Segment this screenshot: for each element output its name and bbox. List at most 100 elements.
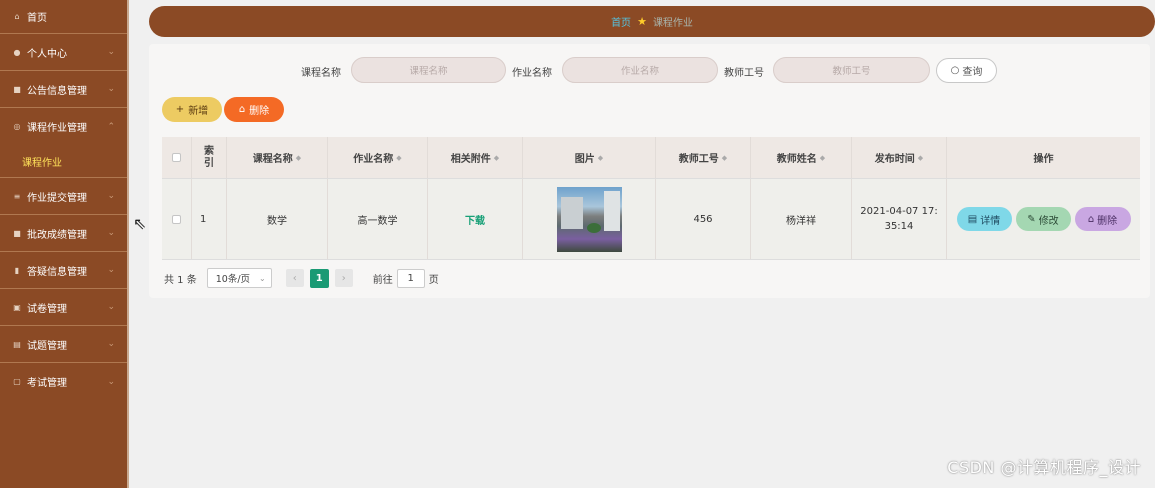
pagination: 共 1 条 10条/页 ⌄ ‹ 1 › 前往 1 页 xyxy=(164,268,439,288)
sidebar-subitem-course-homework[interactable]: 课程作业 xyxy=(0,145,127,178)
document-icon: ▤ xyxy=(967,213,978,225)
header-course-name[interactable]: 课程名称 ◆ xyxy=(227,137,328,178)
sort-icon: ◆ xyxy=(721,153,728,162)
page-number-current[interactable]: 1 xyxy=(309,268,329,288)
user-icon: ● xyxy=(13,47,21,57)
trash-icon: ⌂ xyxy=(238,104,246,115)
mouse-cursor-icon: ⇖ xyxy=(133,214,147,233)
homework-name-input[interactable]: 作业名称 xyxy=(562,57,718,83)
next-page-button[interactable]: › xyxy=(334,269,353,287)
breadcrumb-current: 课程作业 xyxy=(652,18,693,29)
chevron-down-icon: ⌄ xyxy=(107,47,115,57)
row-delete-button[interactable]: ⌂ 删除 xyxy=(1074,207,1131,231)
row-select-cell xyxy=(162,179,192,259)
header-homework-name[interactable]: 作业名称 ◆ xyxy=(328,137,428,178)
sidebar-item-qa-management[interactable]: ▮ 答疑信息管理 ⌄ xyxy=(0,252,127,289)
sidebar-item-homework-submission[interactable]: ≡ 作业提交管理 ⌄ xyxy=(0,178,127,215)
sidebar-item-label: 考试管理 xyxy=(27,378,67,389)
header-label: 课程名称 xyxy=(252,154,293,165)
sidebar-item-label: 批改成绩管理 xyxy=(27,229,87,241)
header-teacher-no[interactable]: 教师工号 ◆ xyxy=(656,137,751,178)
list-icon: ≡ xyxy=(13,191,21,201)
query-button[interactable]: ○ 查询 xyxy=(936,58,997,83)
plus-icon: + xyxy=(175,104,185,115)
notice-icon: ■ xyxy=(13,84,21,94)
chevron-down-icon: ⌄ xyxy=(259,273,266,283)
page-size-select[interactable]: 10条/页 ⌄ xyxy=(206,268,272,288)
chevron-down-icon: ⌄ xyxy=(107,302,115,312)
sidebar-item-course-homework-management[interactable]: ◎ 课程作业管理 ⌃ xyxy=(0,108,127,145)
sidebar-item-label: 课程作业管理 xyxy=(27,123,87,134)
sidebar-item-label: 作业提交管理 xyxy=(27,192,87,204)
sidebar: ⌂ 首页 ● 个人中心 ⌄ ■ 公告信息管理 ⌄ ◎ 课程作业管理 ⌃ 课程作业… xyxy=(0,0,129,488)
course-icon: ◎ xyxy=(13,122,21,131)
header-label: 作业名称 xyxy=(353,154,394,165)
sort-icon: ◆ xyxy=(597,153,604,162)
delete-button-label: 删除 xyxy=(249,106,270,117)
teacher-no-label: 教师工号 xyxy=(724,68,764,79)
query-button-label: 查询 xyxy=(962,67,983,78)
teacher-no-input[interactable]: 教师工号 xyxy=(773,57,930,83)
course-name-input[interactable]: 课程名称 xyxy=(351,57,506,83)
grade-icon: ■ xyxy=(13,228,21,238)
sidebar-item-paper-management[interactable]: ▣ 试卷管理 ⌄ xyxy=(0,289,127,326)
pencil-icon: ✎ xyxy=(1027,213,1036,225)
header-index: 索引 xyxy=(192,137,227,178)
sidebar-item-label: 试卷管理 xyxy=(27,303,67,315)
course-name-label: 课程名称 xyxy=(301,68,341,79)
cell-course-name: 数学 xyxy=(227,179,328,259)
delete-button[interactable]: ⌂ 删除 xyxy=(224,97,284,122)
select-all-checkbox[interactable] xyxy=(172,153,181,162)
trash-icon: ⌂ xyxy=(1087,213,1095,225)
header-operations: 操作 xyxy=(1033,154,1054,165)
header-attachment[interactable]: 相关附件 ◆ xyxy=(428,137,523,178)
header-label: 图片 xyxy=(574,154,595,165)
cell-homework-name: 高一数学 xyxy=(328,179,428,259)
sidebar-item-grade-management[interactable]: ■ 批改成绩管理 ⌄ xyxy=(0,215,127,252)
sort-icon: ◆ xyxy=(917,153,924,162)
sidebar-item-label: 个人中心 xyxy=(27,48,67,60)
main-panel: 课程名称 课程名称 作业名称 作业名称 教师工号 教师工号 ○ 查询 + 新增 … xyxy=(149,44,1150,298)
page-size-value: 10条/页 xyxy=(215,274,251,285)
header-publish-time[interactable]: 发布时间 ◆ xyxy=(852,137,947,178)
header-label: 教师姓名 xyxy=(776,154,817,165)
sidebar-item-personal-center[interactable]: ● 个人中心 ⌄ xyxy=(0,34,127,71)
header-teacher-name[interactable]: 教师姓名 ◆ xyxy=(751,137,852,178)
sidebar-item-label: 公告信息管理 xyxy=(27,85,87,97)
total-count: 共 1 条 xyxy=(164,274,197,286)
sidebar-item-label: 试题管理 xyxy=(27,340,67,352)
sidebar-item-exam-management[interactable]: ▢ 考试管理 ⌄ xyxy=(0,363,127,400)
sort-icon: ◆ xyxy=(295,153,302,162)
homework-thumbnail[interactable] xyxy=(556,186,622,252)
goto-page-input[interactable]: 1 xyxy=(396,268,425,288)
paper-icon: ▣ xyxy=(13,302,21,312)
goto-suffix: 页 xyxy=(428,274,439,286)
detail-button[interactable]: ▤ 详情 xyxy=(956,207,1012,231)
sidebar-item-notice-management[interactable]: ■ 公告信息管理 ⌄ xyxy=(0,71,127,108)
header-image[interactable]: 图片 ◆ xyxy=(523,137,656,178)
select-all-cell xyxy=(162,137,192,178)
cell-operations: ▤ 详情 ✎ 修改 ⌂ 删除 xyxy=(947,179,1140,259)
chart-icon: ▮ xyxy=(14,265,20,275)
sidebar-item-question-management[interactable]: ▤ 试题管理 ⌄ xyxy=(0,326,127,363)
prev-page-button[interactable]: ‹ xyxy=(285,269,304,287)
sort-icon: ◆ xyxy=(819,153,826,162)
chevron-down-icon: ⌄ xyxy=(107,339,115,349)
watermark: CSDN @计算机程序_设计 xyxy=(947,458,1141,477)
edit-button[interactable]: ✎ 修改 xyxy=(1015,207,1071,231)
row-checkbox[interactable] xyxy=(172,214,181,224)
add-button[interactable]: + 新增 xyxy=(162,97,222,122)
star-icon: ★ xyxy=(637,15,647,28)
add-button-label: 新增 xyxy=(188,106,209,117)
breadcrumb-home[interactable]: 首页 xyxy=(611,14,631,29)
download-link[interactable]: 下载 xyxy=(465,212,485,227)
cell-publish-time: 2021-04-07 17:35:14 xyxy=(852,179,947,259)
homework-name-label: 作业名称 xyxy=(512,68,552,79)
breadcrumb: 首页 ★ 课程作业 xyxy=(149,6,1155,37)
header-label: 教师工号 xyxy=(678,154,719,165)
sidebar-item-home[interactable]: ⌂ 首页 xyxy=(0,0,127,34)
cell-attachment: 下载 xyxy=(428,179,523,259)
sort-icon: ◆ xyxy=(493,153,500,162)
chevron-up-icon: ⌃ xyxy=(107,121,115,132)
edit-button-label: 修改 xyxy=(1038,215,1059,227)
